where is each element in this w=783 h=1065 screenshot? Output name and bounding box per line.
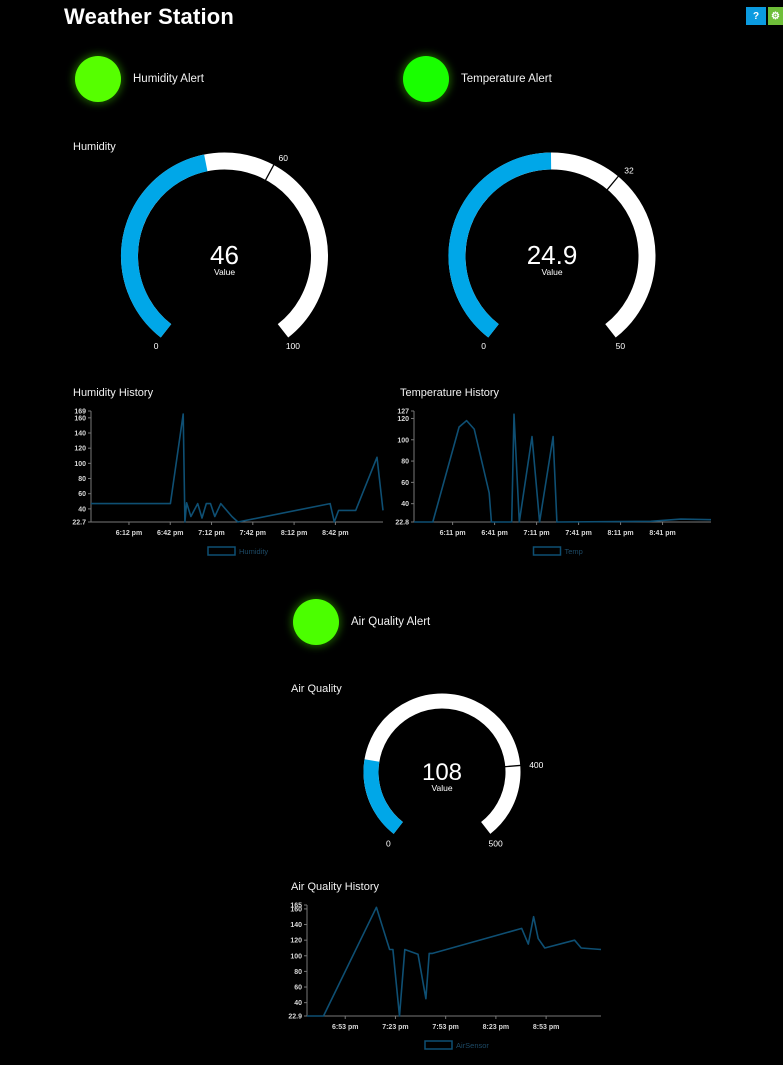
humidity-x-tick-label: 6:12 pm <box>116 530 142 537</box>
humidity-x-tick-label: 7:12 pm <box>198 530 224 537</box>
temperature-y-tick-label: 22.8 <box>395 520 409 527</box>
humidity-y-tick-label: 120 <box>74 446 86 453</box>
air-quality-y-tick-label: 40 <box>294 1000 302 1007</box>
humidity-x-tick-label: 6:42 pm <box>157 530 183 537</box>
humidity-y-tick-label: 140 <box>74 431 86 438</box>
temperature-y-tick-label: 100 <box>397 437 409 444</box>
temperature-y-tick-label: 120 <box>397 416 409 423</box>
humidity-legend-label: Humidity <box>239 547 268 556</box>
temperature-x-tick-label: 8:41 pm <box>649 530 675 537</box>
humidity-y-tick-label: 169 <box>74 409 86 416</box>
humidity-y-tick-label: 40 <box>78 506 86 513</box>
humidity-y-tick-label: 160 <box>74 415 86 422</box>
air-quality-x-tick-label: 6:53 pm <box>332 1024 358 1031</box>
humidity-y-tick-label: 60 <box>78 491 86 498</box>
humidity-x-tick-label: 8:12 pm <box>281 530 307 537</box>
air-quality-y-tick-label: 60 <box>294 985 302 992</box>
air-quality-x-tick-label: 8:23 pm <box>483 1024 509 1031</box>
temperature-y-tick-label: 60 <box>401 480 409 487</box>
temperature-legend-swatch <box>532 546 562 556</box>
air-quality-legend-swatch <box>424 1040 453 1050</box>
humidity-y-tick-label: 80 <box>78 476 86 483</box>
air-quality-x-tick-label: 8:53 pm <box>533 1024 559 1031</box>
temperature-x-tick-label: 7:41 pm <box>565 530 591 537</box>
air-quality-y-tick-label: 22.9 <box>288 1014 302 1021</box>
humidity-y-tick-label: 22.7 <box>72 520 86 527</box>
temperature-y-tick-label: 80 <box>401 459 409 466</box>
air-quality-y-tick-label: 165 <box>290 903 302 910</box>
air-quality-y-tick-label: 100 <box>290 953 302 960</box>
humidity-series-line <box>91 413 384 523</box>
air-quality-x-tick-label: 7:23 pm <box>382 1024 408 1031</box>
air-quality-legend-label: AirSensor <box>456 1041 489 1050</box>
air-quality-x-tick-label: 7:53 pm <box>432 1024 458 1031</box>
humidity-x-tick-label: 8:42 pm <box>322 530 348 537</box>
temperature-y-tick-label: 40 <box>401 501 409 508</box>
temperature-x-tick-label: 8:11 pm <box>608 530 634 537</box>
humidity-y-tick-label: 100 <box>74 461 86 468</box>
humidity-legend-swatch <box>207 546 236 556</box>
history-charts: 22.7 40 60 80 100 120 140 160169 6:12 pm 6:42 pm 7… <box>72 409 712 1050</box>
temperature-x-tick-label: 7:11 pm <box>524 530 550 537</box>
temperature-series-line <box>414 413 712 523</box>
air-quality-series-line <box>307 906 602 1017</box>
humidity-x-tick-label: 7:42 pm <box>240 530 266 537</box>
air-quality-y-tick-label: 140 <box>290 922 302 929</box>
temperature-x-tick-label: 6:41 pm <box>481 530 507 537</box>
temperature-y-tick-label: 127 <box>397 409 409 416</box>
temperature-legend-label: Temp <box>565 547 583 556</box>
temperature-x-tick-label: 6:11 pm <box>440 530 466 537</box>
air-quality-y-tick-label: 80 <box>294 969 302 976</box>
air-quality-y-tick-label: 120 <box>290 938 302 945</box>
